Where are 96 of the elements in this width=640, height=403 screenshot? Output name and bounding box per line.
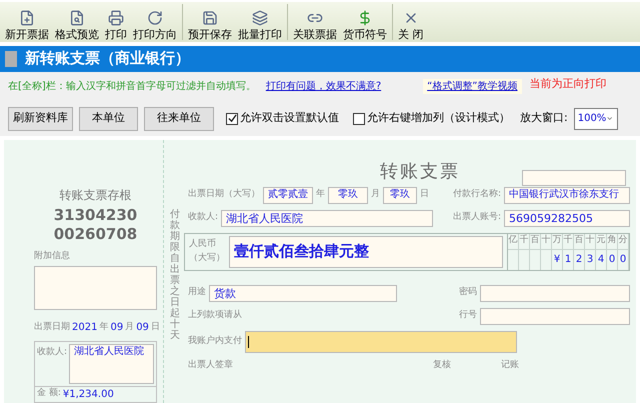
validity-text: 付款期限自出票之日起十天 xyxy=(170,208,180,343)
toolbar-button[interactable]: 打印方向 xyxy=(130,10,180,40)
bank-field[interactable]: 中国银行武汉市徐东支行 xyxy=(504,186,630,204)
date-value: 2021 xyxy=(72,321,98,336)
toolbar-button[interactable]: 刷新资料库 xyxy=(8,106,73,131)
digit-cell: 0 xyxy=(607,250,618,270)
field-label: 月 xyxy=(371,188,380,202)
payee-field[interactable]: 湖北省人民医院 xyxy=(69,344,154,384)
bank-number-field[interactable] xyxy=(480,308,630,325)
digit-header: 十 xyxy=(541,234,552,250)
layers-icon xyxy=(252,10,268,26)
save-icon xyxy=(202,10,218,26)
checkbox-label: 允许双击设置默认值 xyxy=(240,110,339,126)
field-label: 收款人: xyxy=(188,211,218,224)
digit-header: 千 xyxy=(519,234,530,250)
digit-cell: 1 xyxy=(563,250,574,270)
field-label: 出票人账号: xyxy=(452,211,501,224)
printer-icon xyxy=(108,10,124,26)
field-label: 行号 xyxy=(459,309,477,322)
payee-field[interactable]: 湖北省人民医院 xyxy=(221,210,434,227)
field-label: 金 额: xyxy=(37,387,61,400)
rotate-icon xyxy=(147,10,163,26)
toolbar-button[interactable]: 批量打印 xyxy=(235,10,285,40)
digit-cell: 2 xyxy=(574,250,585,270)
serial-field[interactable] xyxy=(522,170,626,186)
digit-cell: 0 xyxy=(618,250,629,270)
digit-header: 万 xyxy=(552,234,563,250)
toolbar-button[interactable]: 关 闭 xyxy=(395,10,426,40)
toolbar-button[interactable]: 格式预览 xyxy=(52,10,102,40)
field-label: 密码 xyxy=(459,286,477,300)
digit-header: 十 xyxy=(585,234,596,250)
field-label: 人民币 xyxy=(189,238,217,252)
checkbox-label: 允许右键增加列（设计模式） xyxy=(367,110,510,126)
preview-icon xyxy=(69,10,85,26)
field-label: 出票日期（大写） xyxy=(188,188,260,202)
print-direction-text: 当前为正向打印 xyxy=(530,76,606,92)
field-label: 复核 xyxy=(433,358,451,372)
field-label: 年 xyxy=(316,188,325,202)
stub-number: 00260708 xyxy=(54,226,138,242)
field-label: 出票日期 xyxy=(34,320,70,334)
toolbar-button[interactable]: 货币符号 xyxy=(340,10,390,40)
digit-header: 百 xyxy=(574,234,585,250)
date-value: 09 xyxy=(136,321,149,336)
toolbar-button[interactable]: 关联票据 xyxy=(290,10,340,40)
checkmark-icon xyxy=(228,114,236,124)
field-label: 付款行名称: xyxy=(452,188,501,202)
digit-header: 百 xyxy=(530,234,541,250)
date-value: 09 xyxy=(110,321,124,336)
window-icon xyxy=(5,50,17,67)
field-label: 年 xyxy=(99,320,108,334)
field-label: 收款人: xyxy=(37,346,68,360)
hint-text: 在[全称]栏：输入汉字和拼音首字母可过滤并自动填写。 xyxy=(8,80,256,94)
zoom-select[interactable]: 100% xyxy=(574,108,618,130)
digit-header: 千 xyxy=(563,234,574,250)
amount-value: ¥1,234.00 xyxy=(62,388,114,402)
digit-header: 分 xyxy=(618,234,629,250)
toolbar-button[interactable]: 本单位 xyxy=(79,106,138,131)
digit-header: 亿 xyxy=(508,234,519,250)
payment-field[interactable] xyxy=(245,330,517,353)
date-field[interactable]: 贰零贰壹 xyxy=(263,186,313,204)
extra-info-label: 附加信息 xyxy=(34,250,70,263)
help-link[interactable]: 打印有问题，效果不满意? xyxy=(266,79,382,94)
password-field[interactable] xyxy=(480,284,630,302)
extra-info-field[interactable] xyxy=(34,266,157,310)
digit-cell: 3 xyxy=(585,250,596,270)
new-file-icon xyxy=(19,10,35,26)
toolbar-button[interactable]: 新开票据 xyxy=(2,10,52,40)
field-label: 日 xyxy=(420,188,429,202)
date-field[interactable]: 零玖 xyxy=(328,186,368,204)
purpose-field[interactable]: 货款 xyxy=(209,284,397,302)
checkbox[interactable] xyxy=(226,112,238,125)
field-label: 我账户内支付 xyxy=(188,334,242,348)
field-label: 月 xyxy=(125,320,134,334)
digit-header: 元 xyxy=(596,234,607,250)
field-label: 上列款项请从 xyxy=(188,309,242,322)
field-label: （大写） xyxy=(189,252,225,265)
window-title: 新转账支票（商业银行） xyxy=(25,48,190,70)
digit-header: 角 xyxy=(607,234,618,250)
field-label: 记账 xyxy=(501,358,519,372)
field-label: 用途 xyxy=(188,286,206,300)
toolbar-button[interactable]: 预开保存 xyxy=(185,10,235,40)
digit-cell: 4 xyxy=(596,250,607,270)
checkbox[interactable] xyxy=(353,112,365,125)
video-link[interactable]: “格式调整”教学视频 xyxy=(423,79,522,94)
amount-words-field[interactable]: 壹仟贰佰叁拾肆元整 xyxy=(229,236,503,268)
digit-cell: ¥ xyxy=(552,250,563,270)
zoom-label: 放大窗口: xyxy=(520,110,568,126)
field-label: 出票人签章 xyxy=(188,358,233,372)
stub-number: 31304230 xyxy=(54,208,138,223)
stub-title: 转账支票存根 xyxy=(60,186,132,204)
cheque-title: 转账支票 xyxy=(380,160,460,184)
toolbar-button[interactable]: 打印 xyxy=(102,10,130,40)
field-label: 日 xyxy=(150,320,160,334)
account-field[interactable]: 569059282505 xyxy=(504,210,630,227)
toolbar-button[interactable]: 往来单位 xyxy=(144,106,214,131)
date-field[interactable]: 零玖 xyxy=(383,186,417,204)
